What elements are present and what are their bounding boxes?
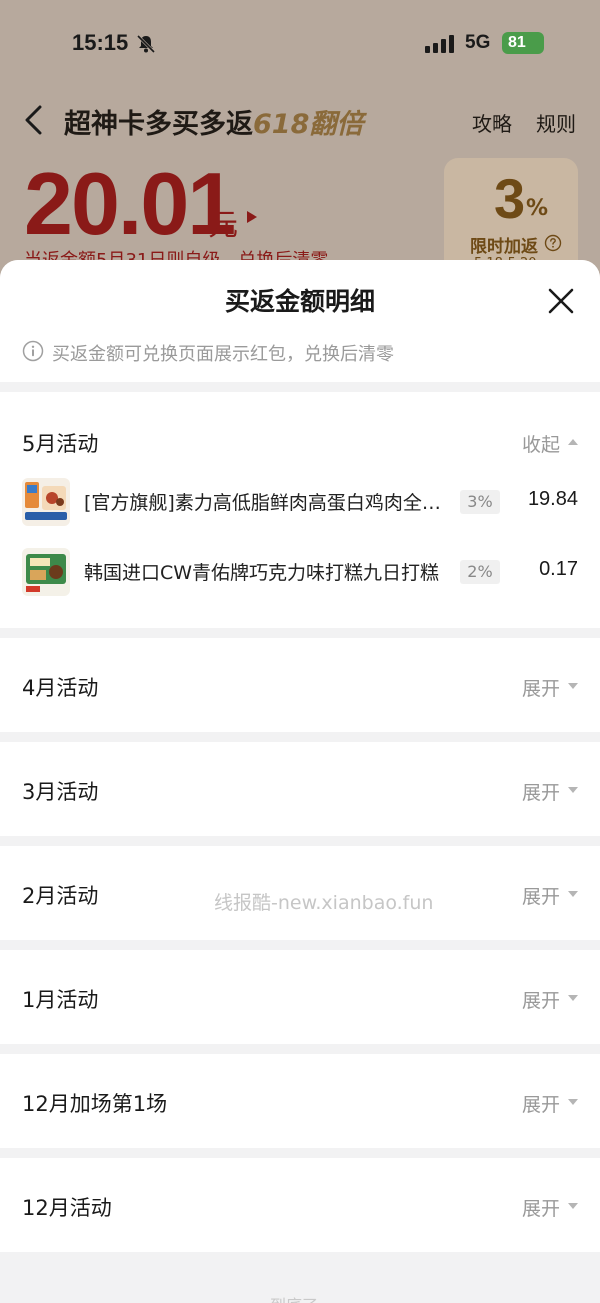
caret-down-icon[interactable] <box>568 890 578 898</box>
section-title: 1月活动 <box>22 988 99 1012</box>
status-time: 15:15 <box>72 30 129 55</box>
caret-down-icon[interactable] <box>568 682 578 690</box>
section-december[interactable]: 12月活动 展开 <box>0 1158 600 1252</box>
signal-icon <box>425 35 454 53</box>
sheet-title: 买返金额明细 <box>224 287 375 316</box>
caret-down-icon[interactable] <box>568 1202 578 1210</box>
strategy-link[interactable]: 攻略 <box>472 108 512 137</box>
watermark: 线报酷-new.xianbao.fun <box>214 892 434 914</box>
info-icon <box>22 340 44 362</box>
section-december-extra[interactable]: 12月加场第1场 展开 <box>0 1054 600 1148</box>
section-may: 5月活动 收起 [官方旗舰]素力高低脂鲜肉高蛋白鸡肉全价猫粮 3% 19.84 <box>0 392 600 628</box>
section-march[interactable]: 3月活动 展开 <box>0 742 600 836</box>
product-name: 韩国进口CW青佑牌巧克力味打糕九日打糕 <box>84 562 440 584</box>
sheet-info-text: 买返金额可兑换页面展示红包，兑换后清零 <box>52 344 394 365</box>
end-of-list-hint: 到底了 <box>270 1292 318 1303</box>
expand-toggle[interactable]: 展开 <box>522 674 560 701</box>
network-label: 5G <box>465 32 491 53</box>
section-title: 3月活动 <box>22 780 99 804</box>
status-bar: 15:15 5G 81 <box>0 28 600 62</box>
product-thumbnail <box>22 478 70 526</box>
rebate-amount-unit: 元 <box>208 208 238 243</box>
triangle-right-icon[interactable] <box>246 210 258 224</box>
boost-label: 限时加返 <box>470 237 538 257</box>
expand-toggle[interactable]: 展开 <box>522 778 560 805</box>
section-title: 4月活动 <box>22 676 99 700</box>
product-thumbnail <box>22 548 70 596</box>
sheet-header: 买返金额明细 买返金额可兑换页面展示红包，兑换后清零 <box>0 260 600 382</box>
section-title: 2月活动 <box>22 884 99 908</box>
rebate-rate-badge: 2% <box>460 560 500 584</box>
rules-link[interactable]: 规则 <box>536 108 576 137</box>
caret-down-icon[interactable] <box>568 1098 578 1106</box>
collapse-toggle[interactable]: 收起 <box>522 430 560 457</box>
section-april[interactable]: 4月活动 展开 <box>0 638 600 732</box>
rebate-amount-value: 19.84 <box>527 488 578 510</box>
page-title: 超神卡多买多返618翻倍 <box>64 102 363 141</box>
back-arrow-icon[interactable] <box>22 104 46 136</box>
boost-percent: 3 <box>494 167 526 230</box>
rebate-amount-value: 0.17 <box>539 558 578 580</box>
expand-toggle[interactable]: 展开 <box>522 882 560 909</box>
list-item[interactable]: 韩国进口CW青佑牌巧克力味打糕九日打糕 2% 0.17 <box>0 544 600 604</box>
expand-toggle[interactable]: 展开 <box>522 986 560 1013</box>
page-title-main: 超神卡多买多返 <box>64 109 253 140</box>
rebate-rate-badge: 3% <box>460 490 500 514</box>
caret-up-icon[interactable] <box>568 438 578 446</box>
battery-indicator: 81 <box>502 32 544 54</box>
expand-toggle[interactable]: 展开 <box>522 1090 560 1117</box>
expand-toggle[interactable]: 展开 <box>522 1194 560 1221</box>
section-title: 12月活动 <box>22 1196 112 1220</box>
caret-down-icon[interactable] <box>568 786 578 794</box>
product-name: [官方旗舰]素力高低脂鲜肉高蛋白鸡肉全价猫粮 <box>84 492 452 514</box>
boost-percent-sign: % <box>526 196 549 221</box>
page-header: 超神卡多买多返618翻倍 攻略 规则 <box>0 100 600 140</box>
bell-muted-icon <box>136 34 156 54</box>
rebate-detail-sheet: 买返金额明细 买返金额可兑换页面展示红包，兑换后清零 5月活动 收起 [官方旗舰… <box>0 260 600 1303</box>
rebate-amount: 20.01 <box>24 154 236 253</box>
close-icon[interactable] <box>546 286 576 316</box>
section-january[interactable]: 1月活动 展开 <box>0 950 600 1044</box>
section-title: 12月加场第1场 <box>22 1092 168 1116</box>
caret-down-icon[interactable] <box>568 994 578 1002</box>
help-icon[interactable] <box>544 234 562 252</box>
section-title: 5月活动 <box>22 432 99 456</box>
list-item[interactable]: [官方旗舰]素力高低脂鲜肉高蛋白鸡肉全价猫粮 3% 19.84 <box>0 474 600 534</box>
page-title-accent: 618翻倍 <box>253 109 364 140</box>
battery-level: 81 <box>508 34 526 51</box>
